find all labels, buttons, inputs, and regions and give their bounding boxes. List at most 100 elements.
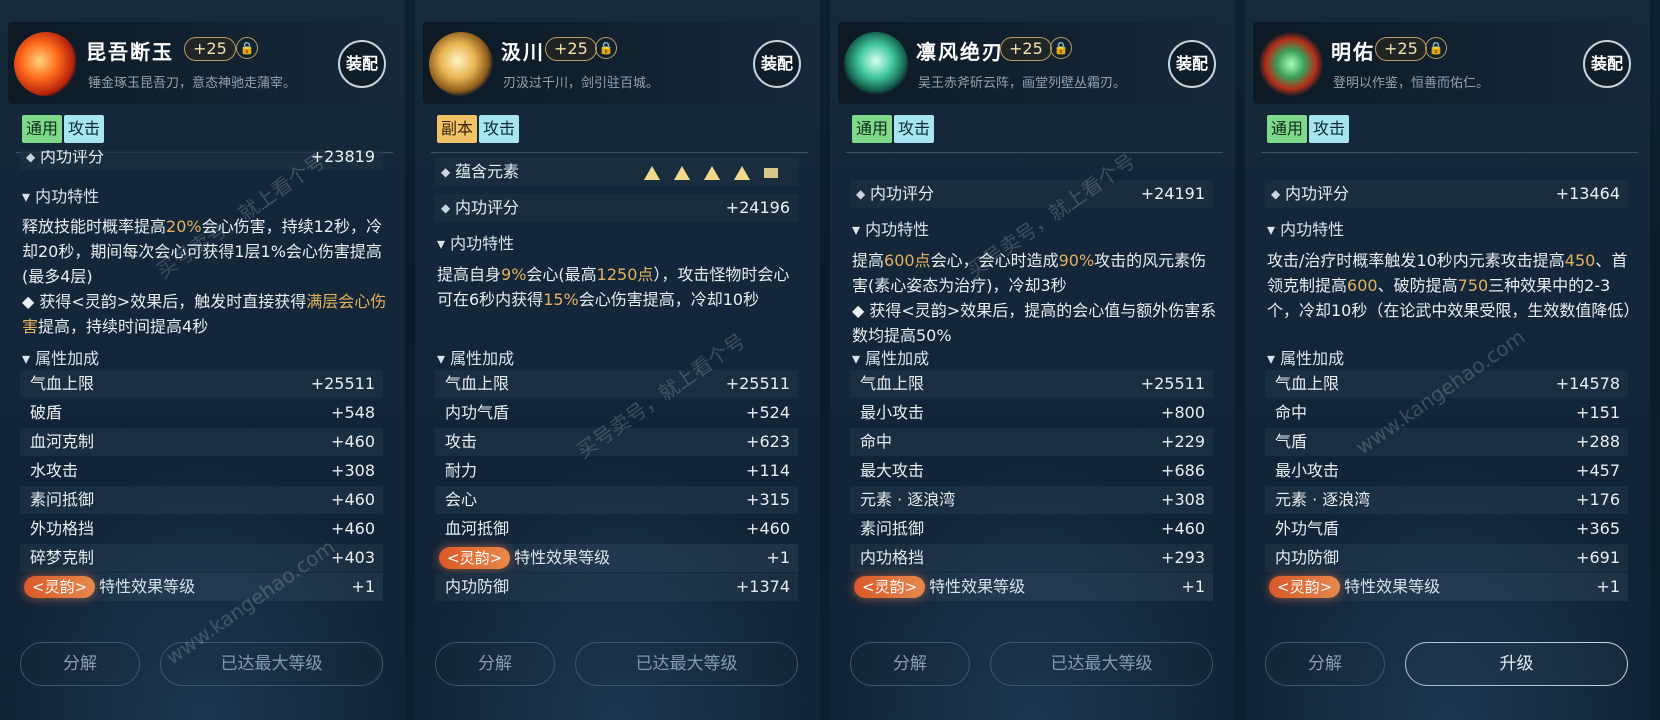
- attr-value: +623: [746, 432, 790, 451]
- attr-row: 气血上限 +25511: [850, 370, 1213, 398]
- score-row: ◆ 内功评分 +24196: [435, 194, 798, 222]
- trait-section-title[interactable]: ▾ 内功特性: [437, 230, 514, 254]
- lock-icon[interactable]: 🔒: [1425, 37, 1447, 59]
- attr-name: 攻击: [445, 432, 478, 451]
- weapon-icon: [844, 32, 908, 96]
- disassemble-button[interactable]: 分解: [850, 642, 970, 686]
- attr-section-title[interactable]: ▾ 属性加成: [852, 345, 929, 369]
- trait-section-title[interactable]: ▾ 内功特性: [22, 183, 99, 207]
- trait-highlight: 9%: [501, 265, 527, 284]
- attr-name: 内功格挡: [860, 548, 925, 567]
- score-row: ◆ 内功评分 +24191: [850, 180, 1213, 208]
- equip-button[interactable]: 装配: [1168, 40, 1216, 88]
- lingyun-row: <灵韵> 特性效果等级 +1: [850, 573, 1213, 601]
- disassemble-button[interactable]: 分解: [435, 642, 555, 686]
- tag-general: 通用: [1267, 115, 1308, 143]
- attr-value: +308: [1161, 490, 1205, 509]
- trait-section-title[interactable]: ▾ 内功特性: [852, 216, 929, 240]
- attr-row: 外功格挡 +460: [20, 515, 383, 543]
- element-icon: [644, 165, 660, 180]
- max-level-button[interactable]: 已达最大等级: [575, 642, 798, 686]
- tag-list: 通用 攻击: [852, 115, 936, 143]
- attr-name: 最大攻击: [860, 461, 925, 480]
- attr-value: +25511: [725, 374, 790, 393]
- attr-row: 外功气盾 +365: [1265, 515, 1628, 543]
- attr-name: 最小攻击: [1275, 461, 1340, 480]
- trait-title: 内功特性: [865, 220, 930, 239]
- disassemble-button[interactable]: 分解: [1265, 642, 1385, 686]
- lock-icon[interactable]: 🔒: [595, 37, 617, 59]
- divider: [1261, 152, 1638, 153]
- attr-value: +114: [746, 461, 790, 480]
- attr-title: 属性加成: [865, 349, 930, 368]
- equip-button[interactable]: 装配: [753, 40, 801, 88]
- attr-name: 元素 · 逐浪湾: [1275, 490, 1371, 509]
- trait-highlight: 15%: [543, 290, 579, 309]
- lock-icon[interactable]: 🔒: [236, 37, 258, 59]
- attr-row: 气血上限 +14578: [1265, 370, 1628, 398]
- max-level-button[interactable]: 已达最大等级: [990, 642, 1213, 686]
- attr-name: 外功气盾: [1275, 519, 1340, 538]
- item-description: 刃汲过千川，剑引驻百城。: [503, 76, 660, 91]
- attr-section-title[interactable]: ▾ 属性加成: [1267, 345, 1344, 369]
- trait-highlight: 20%: [166, 217, 202, 236]
- trait-highlight: 450: [1564, 251, 1596, 270]
- attr-row: 最小攻击 +457: [1265, 457, 1628, 485]
- trait-text-4: 会心伤害提高，冷却10秒: [578, 290, 760, 309]
- diamond-icon: ◆: [441, 165, 451, 179]
- attr-value: +460: [746, 519, 790, 538]
- trait-text: 提高自身9%会心(最高1250点），攻击怪物时会心可在6秒内获得15%会心伤害提…: [437, 262, 803, 312]
- lock-icon[interactable]: 🔒: [1050, 37, 1072, 59]
- trait-text-1: 提高: [852, 251, 885, 270]
- attr-row: 命中 +151: [1265, 399, 1628, 427]
- attr-name: 碎梦克制: [30, 548, 95, 567]
- diamond-icon: ◆: [26, 150, 36, 164]
- attr-value: +460: [331, 432, 375, 451]
- attr-title: 属性加成: [1280, 349, 1345, 368]
- attr-value: +288: [1576, 432, 1620, 451]
- attr-name: 气盾: [1275, 432, 1308, 451]
- upgrade-button[interactable]: 升级: [1405, 642, 1628, 686]
- score-value: +24191: [1140, 184, 1205, 203]
- card-header: 明佑 +25 🔒 登明以作鉴，恒善而佑仁。 装配: [1253, 22, 1645, 104]
- item-name: 明佑: [1331, 40, 1375, 64]
- attr-name: 水攻击: [30, 461, 79, 480]
- item-description: 吴王赤斧斫云阵，画堂列壁丛霜刃。: [918, 76, 1127, 91]
- app-screen: 昆吾断玉 +25 🔒 锤金琢玉昆吾刀，意态神驰走蒲宰。 装配 通用 攻击 ◆ 内功…: [0, 0, 1660, 720]
- attr-value: +524: [746, 403, 790, 422]
- lingyun-value: +1: [1596, 577, 1620, 596]
- equipment-card-4: 明佑 +25 🔒 登明以作鉴，恒善而佑仁。 装配 通用 攻击 ◆ 内功评分 +13…: [1245, 0, 1650, 720]
- item-description: 登明以作鉴，恒善而佑仁。: [1333, 76, 1490, 91]
- attr-section-title[interactable]: ▾ 属性加成: [437, 345, 514, 369]
- trait-text-1: 释放技能时概率提高: [22, 217, 167, 236]
- max-level-button[interactable]: 已达最大等级: [160, 642, 383, 686]
- item-name: 昆吾断玉: [86, 40, 174, 64]
- attr-value: +25511: [310, 374, 375, 393]
- tag-general: 通用: [22, 115, 63, 143]
- attr-row: 素问抵御 +460: [850, 515, 1213, 543]
- tag-attack: 攻击: [479, 115, 520, 143]
- trait-highlight: 750: [1457, 276, 1489, 295]
- equip-button[interactable]: 装配: [338, 40, 386, 88]
- attr-row: 水攻击 +308: [20, 457, 383, 485]
- trait-text-1: 提高自身: [437, 265, 502, 284]
- level-badge: +25: [184, 37, 236, 61]
- attr-section-title[interactable]: ▾ 属性加成: [22, 345, 99, 369]
- attr-row: 耐力 +114: [435, 457, 798, 485]
- level-badge: +25: [1375, 37, 1427, 61]
- lingyun-badge: <灵韵>: [24, 576, 96, 598]
- attr-row: 攻击 +623: [435, 428, 798, 456]
- attr-name: 最小攻击: [860, 403, 925, 422]
- disassemble-button[interactable]: 分解: [20, 642, 140, 686]
- attr-value: +315: [746, 490, 790, 509]
- element-row: ◆ 蕴含元素: [435, 158, 798, 186]
- trait-text: 攻击/治疗时概率触发10秒内元素攻击提高450、首领克制提高600、破防提高75…: [1267, 248, 1639, 323]
- attr-value: +691: [1576, 548, 1620, 567]
- trait-highlight: 600: [1347, 276, 1378, 295]
- trait-section-title[interactable]: ▾ 内功特性: [1267, 216, 1344, 240]
- attr-name: 元素 · 逐浪湾: [860, 490, 956, 509]
- attr-row: 碎梦克制 +403: [20, 544, 383, 572]
- equip-button[interactable]: 装配: [1583, 40, 1631, 88]
- score-label: 内功评分: [870, 184, 935, 203]
- attr-row: 气血上限 +25511: [435, 370, 798, 398]
